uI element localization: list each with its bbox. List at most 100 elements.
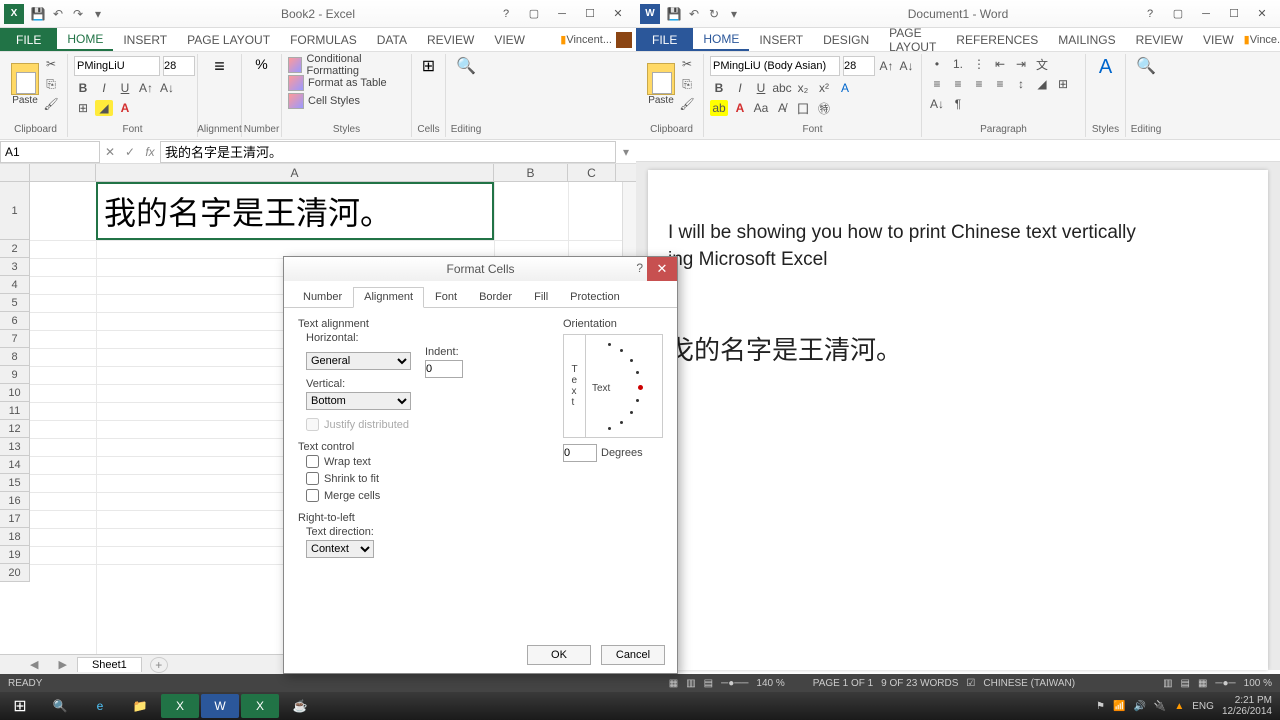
tab-formulas[interactable]: FORMULAS [280, 28, 367, 51]
char-border-icon[interactable]: 囗 [794, 100, 812, 116]
tab-font[interactable]: Font [424, 287, 468, 307]
view-page-icon[interactable]: ▥ [686, 678, 695, 689]
view-break-icon[interactable]: ▤ [704, 678, 713, 689]
cancel-formula-icon[interactable]: ✕ [100, 145, 120, 159]
change-case-icon[interactable]: Aa [752, 100, 770, 116]
qat-dropdown-icon[interactable]: ▾ [88, 4, 108, 24]
cut-icon[interactable]: ✂ [678, 56, 696, 72]
format-painter-icon[interactable]: 🖌 [678, 96, 696, 112]
app-icon[interactable]: ☕ [281, 694, 319, 718]
bold-button[interactable]: B [74, 80, 92, 96]
language-status[interactable]: CHINESE (TAIWAN) [983, 678, 1075, 689]
word-count[interactable]: 9 OF 23 WORDS [881, 678, 958, 689]
align-left-icon[interactable]: ≡ [928, 76, 946, 92]
decrease-indent-icon[interactable]: ⇤ [991, 56, 1009, 72]
tab-design[interactable]: DESIGN [813, 28, 879, 51]
underline-button[interactable]: U [752, 80, 770, 96]
tab-data[interactable]: DATA [367, 28, 417, 51]
styles-icon[interactable]: A [1099, 56, 1112, 79]
dialog-close-button[interactable]: ✕ [647, 257, 677, 281]
tab-protection[interactable]: Protection [559, 287, 631, 307]
col-header-a[interactable]: A [96, 164, 494, 181]
zoom-slider[interactable]: ─●─ [1215, 678, 1235, 689]
view-print-icon[interactable]: ▥ [1163, 678, 1172, 689]
add-sheet-button[interactable]: + [150, 657, 168, 673]
text-effects-icon[interactable]: A [836, 80, 854, 96]
justify-icon[interactable]: ≡ [991, 76, 1009, 92]
tab-insert[interactable]: INSERT [749, 28, 813, 51]
fill-color-icon[interactable]: ◢ [95, 100, 113, 116]
tab-file[interactable]: FILE [636, 28, 693, 51]
font-size-select[interactable] [843, 56, 875, 76]
word-taskbar-icon[interactable]: W [201, 694, 239, 718]
user-account[interactable]: ▮Vincent... [560, 32, 636, 48]
font-color-icon[interactable]: A [116, 100, 134, 116]
help-icon[interactable]: ? [492, 4, 520, 24]
paragraph[interactable]: ing Microsoft Excel [668, 247, 1248, 274]
undo-icon[interactable]: ↶ [48, 4, 68, 24]
vertical-text-button[interactable]: Text [564, 335, 586, 437]
qat-dropdown-icon[interactable]: ▾ [724, 4, 744, 24]
undo-icon[interactable]: ↶ [684, 4, 704, 24]
merge-cells-checkbox[interactable] [306, 489, 319, 502]
sheet-nav-next-icon[interactable]: ▶ [58, 658, 66, 671]
tab-view[interactable]: VIEW [484, 28, 535, 51]
help-icon[interactable]: ? [1136, 4, 1164, 24]
align-right-icon[interactable]: ≡ [970, 76, 988, 92]
tab-alignment[interactable]: Alignment [353, 287, 424, 308]
wrap-text-checkbox[interactable] [306, 455, 319, 468]
format-painter-icon[interactable]: 🖌 [42, 96, 60, 112]
tab-file[interactable]: FILE [0, 28, 57, 51]
tab-mailings[interactable]: MAILINGS [1048, 28, 1125, 51]
degrees-spinner[interactable] [563, 444, 597, 462]
bold-button[interactable]: B [710, 80, 728, 96]
paste-button[interactable]: Paste [647, 63, 675, 106]
font-name-select[interactable] [74, 56, 160, 76]
col-header-c[interactable]: C [568, 164, 616, 181]
excel-taskbar-icon-2[interactable]: X [241, 694, 279, 718]
underline-button[interactable]: U [116, 80, 134, 96]
close-icon[interactable]: ✕ [1248, 4, 1276, 24]
orientation-widget[interactable]: Text Text [563, 334, 663, 438]
font-name-select[interactable] [710, 56, 840, 76]
shrink-font-icon[interactable]: A↓ [898, 58, 915, 74]
tab-review[interactable]: REVIEW [417, 28, 484, 51]
subscript-button[interactable]: x₂ [794, 80, 812, 96]
borders-icon[interactable]: ⊞ [1054, 76, 1072, 92]
save-icon[interactable]: 💾 [28, 4, 48, 24]
number-format-icon[interactable]: % [255, 56, 267, 72]
tray-volume-icon[interactable]: 🔊 [1133, 701, 1145, 712]
cells-icon[interactable]: ⊞ [422, 56, 435, 76]
word-ruler[interactable] [636, 140, 1280, 162]
highlight-icon[interactable]: ab [710, 100, 728, 116]
italic-button[interactable]: I [95, 80, 113, 96]
sheet-tab[interactable]: Sheet1 [77, 657, 142, 672]
line-spacing-icon[interactable]: ↕ [1012, 76, 1030, 92]
bullets-icon[interactable]: • [928, 56, 946, 72]
close-icon[interactable]: ✕ [604, 4, 632, 24]
indent-spinner[interactable] [425, 360, 463, 378]
tab-home[interactable]: HOME [693, 28, 749, 51]
select-all-corner[interactable] [0, 164, 30, 181]
numbering-icon[interactable]: 1. [949, 56, 967, 72]
tab-page-layout[interactable]: PAGE LAYOUT [177, 28, 280, 51]
tab-fill[interactable]: Fill [523, 287, 559, 307]
paragraph[interactable]: I will be showing you how to print Chine… [668, 220, 1248, 247]
editing-icon[interactable]: 🔍 [456, 56, 476, 76]
border-icon[interactable]: ⊞ [74, 100, 92, 116]
horizontal-select[interactable]: General [306, 352, 411, 370]
tray-network-icon[interactable]: 📶 [1113, 701, 1125, 712]
taskbar[interactable]: ⊞ 🔍 e 📁 X W X ☕ ⚑ 📶 🔊 🔌 ▲ ENG 2:21 PM 12… [0, 692, 1280, 720]
sort-icon[interactable]: A↓ [928, 96, 946, 112]
increase-indent-icon[interactable]: ⇥ [1012, 56, 1030, 72]
multilevel-icon[interactable]: ⋮ [970, 56, 988, 72]
zoom-level-word[interactable]: 100 % [1244, 678, 1272, 689]
show-marks-icon[interactable]: ¶ [949, 96, 967, 112]
paragraph-chinese[interactable]: 戈的名字是王清河。 [668, 333, 1248, 369]
shading-icon[interactable]: ◢ [1033, 76, 1051, 92]
minimize-icon[interactable]: ─ [1192, 4, 1220, 24]
dialog-help-icon[interactable]: ? [636, 261, 643, 275]
view-normal-icon[interactable]: ▦ [669, 678, 678, 689]
enclose-chars-icon[interactable]: ㊕ [815, 100, 833, 116]
excel-titlebar[interactable]: X 💾 ↶ ↷ ▾ Book2 - Excel ? ▢ ─ ☐ ✕ [0, 0, 636, 28]
